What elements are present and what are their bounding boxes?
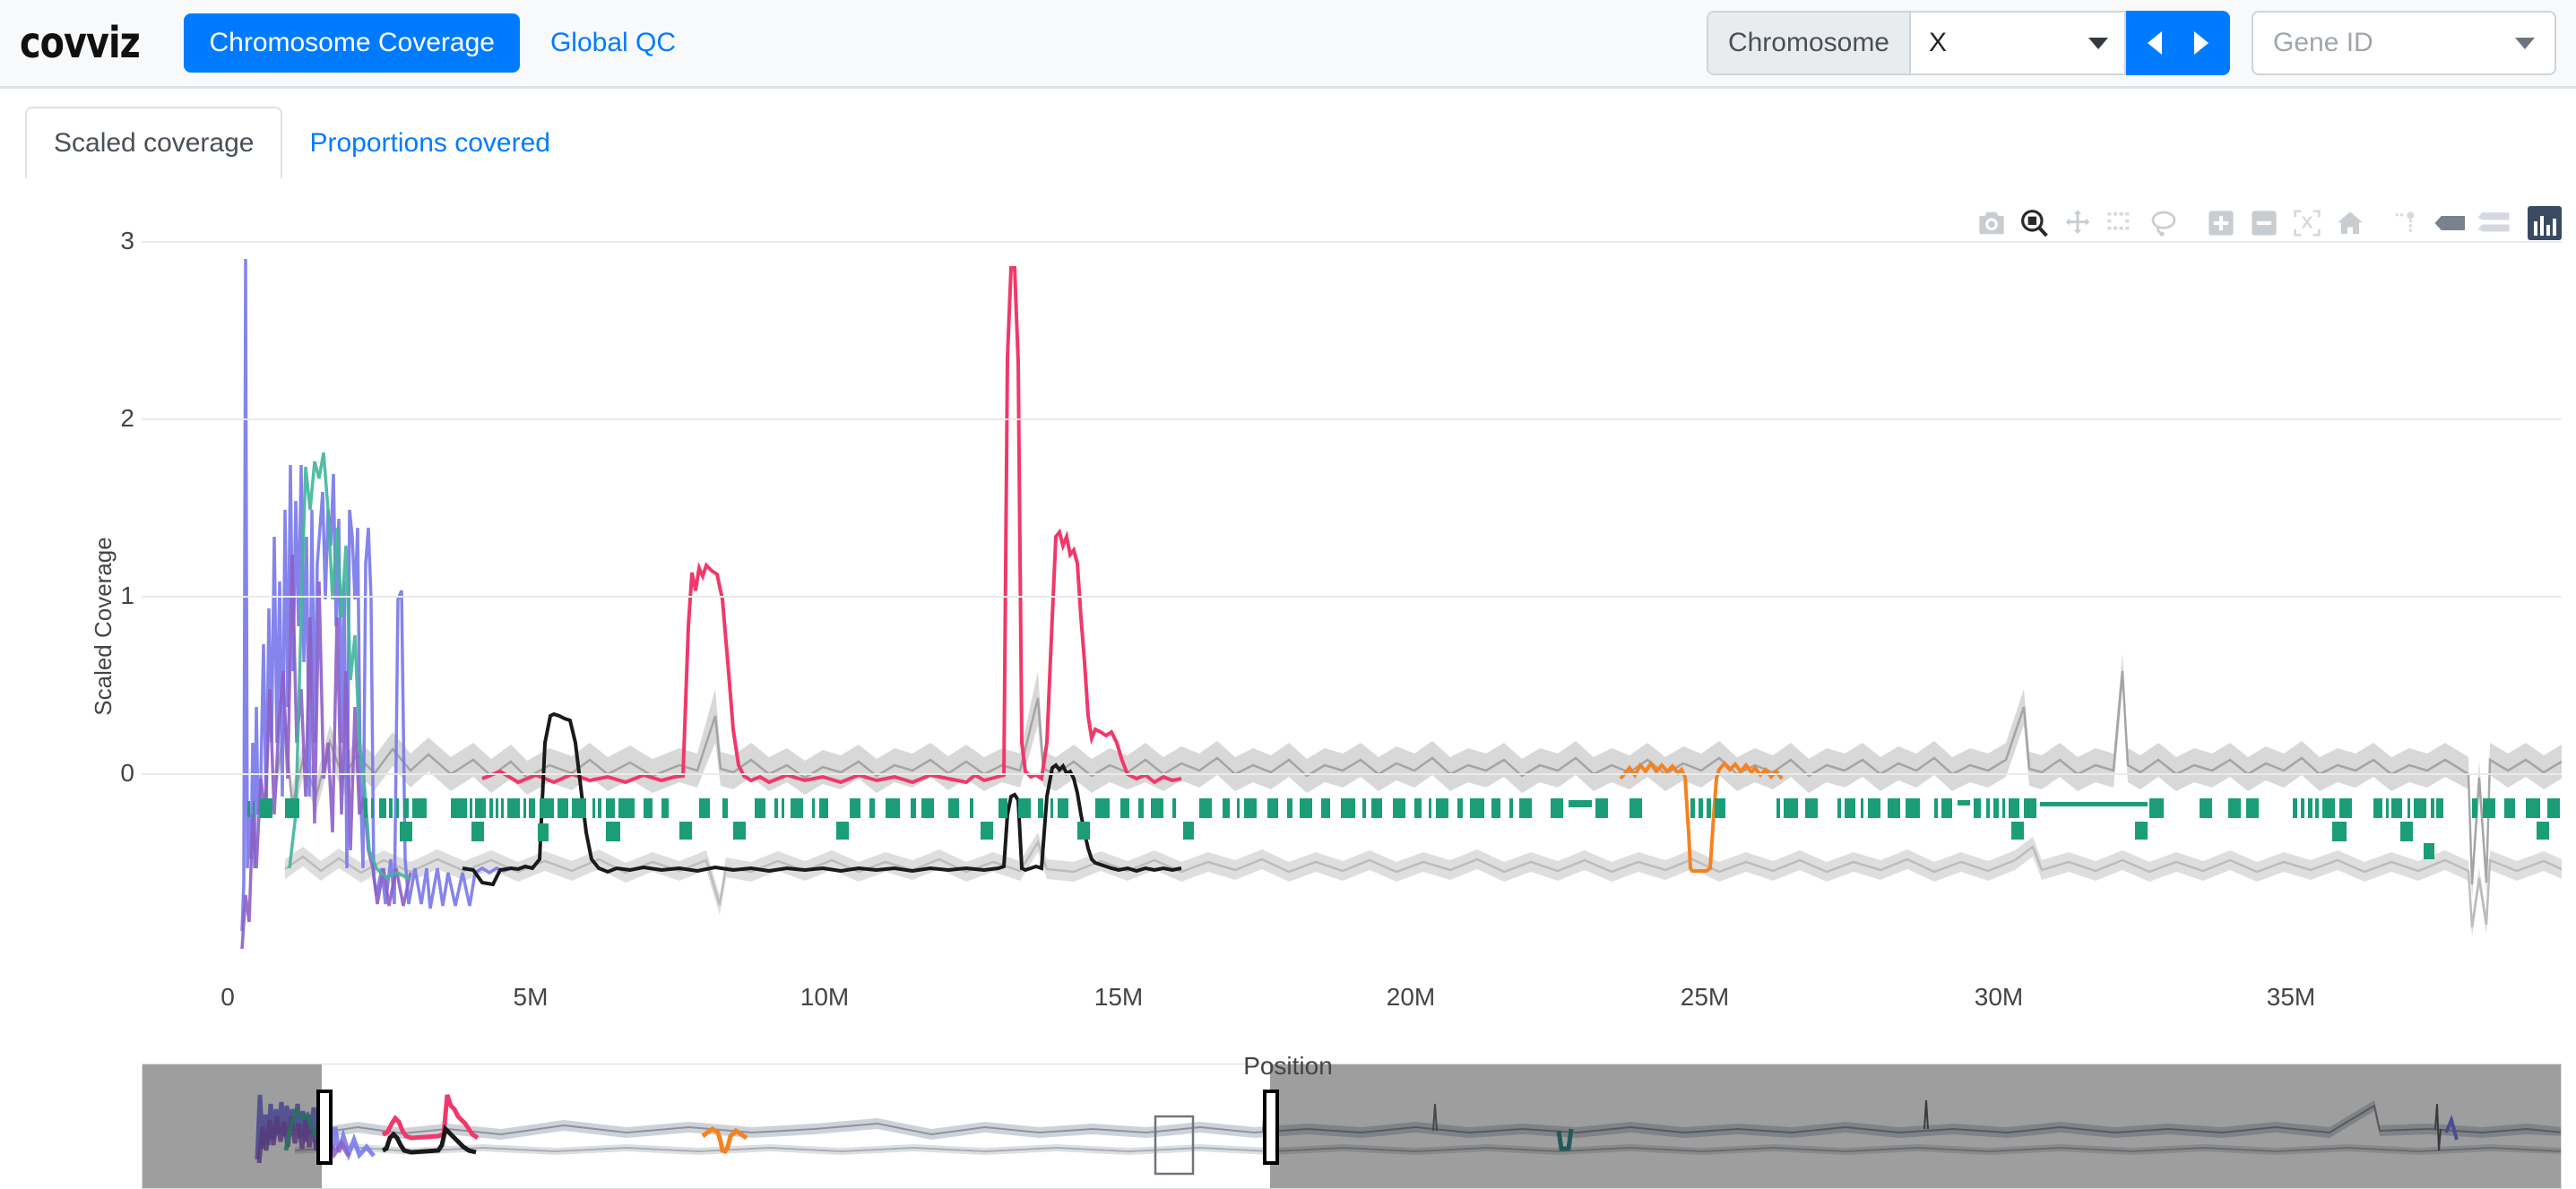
x-tick-20m: 20M <box>1387 983 1435 1012</box>
gridline-1 <box>142 596 2562 598</box>
spike-lines-icon[interactable] <box>2386 203 2429 243</box>
chromosome-select[interactable]: X <box>1909 11 2126 75</box>
hover-compare-icon[interactable] <box>2472 203 2515 243</box>
chromosome-selector-group: Chromosome X <box>1707 11 2230 75</box>
tab-bar: Scaled coverage Proportions covered <box>0 91 2576 178</box>
autoscale-icon[interactable] <box>2286 203 2329 243</box>
zoom-out-icon[interactable] <box>2243 203 2286 243</box>
x-tick-15m: 15M <box>1094 983 1143 1012</box>
nav-chromosome-coverage[interactable]: Chromosome Coverage <box>184 13 519 73</box>
y-tick-0: 0 <box>81 759 134 788</box>
x-tick-0: 0 <box>220 983 235 1012</box>
y-axis-ticks: 3 2 1 0 <box>81 178 134 1091</box>
gene-id-select[interactable]: Gene ID <box>2252 11 2556 75</box>
range-slider-mask-left <box>143 1064 322 1189</box>
x-tick-30m: 30M <box>1975 983 2023 1012</box>
gene-id-placeholder: Gene ID <box>2273 28 2373 58</box>
pan-icon[interactable] <box>2056 203 2099 243</box>
plotly-modebar <box>1970 203 2562 243</box>
navbar: covviz Chromosome Coverage Global QC Chr… <box>0 0 2576 89</box>
lasso-select-icon[interactable] <box>2142 203 2185 243</box>
plotly-logo-icon[interactable] <box>2528 206 2562 240</box>
y-tick-2: 2 <box>81 404 134 433</box>
trace-highlight-blue <box>242 259 511 931</box>
coverage-traces <box>142 241 2562 949</box>
trace-background-lower-band <box>285 832 2562 937</box>
tab-proportions-covered[interactable]: Proportions covered <box>282 108 576 178</box>
gridline-0 <box>142 773 2562 775</box>
range-slider[interactable] <box>142 1064 2562 1189</box>
triangle-right-icon <box>2194 31 2209 55</box>
range-slider-mask-right <box>1270 1064 2562 1189</box>
coverage-chart: Scaled Coverage 3 2 1 0 <box>0 178 2576 1091</box>
nav-global-qc[interactable]: Global QC <box>550 28 676 58</box>
x-tick-25m: 25M <box>1681 983 1729 1012</box>
y-tick-1: 1 <box>81 582 134 610</box>
zoom-in-icon[interactable] <box>2200 203 2243 243</box>
x-tick-5m: 5M <box>514 983 549 1012</box>
home-reset-icon[interactable] <box>2329 203 2372 243</box>
range-slider-handle-left[interactable] <box>316 1090 333 1165</box>
navbar-controls: Chromosome X Gene ID <box>1707 11 2556 75</box>
chromosome-select-value: X <box>1929 28 1947 58</box>
x-axis-title: Position <box>0 1052 2576 1081</box>
next-chromosome-button[interactable] <box>2178 11 2225 75</box>
x-tick-35m: 35M <box>2267 983 2315 1012</box>
gene-markers <box>247 798 2560 859</box>
hover-closest-icon[interactable] <box>2429 203 2472 243</box>
gridline-3 <box>142 241 2562 243</box>
box-select-icon[interactable] <box>2099 203 2142 243</box>
app-logo[interactable]: covviz <box>20 18 140 68</box>
y-tick-3: 3 <box>81 227 134 255</box>
range-slider-handle-right[interactable] <box>1263 1090 1279 1165</box>
triangle-left-icon <box>2148 31 2162 55</box>
x-tick-10m: 10M <box>800 983 849 1012</box>
trace-highlight-pink <box>482 268 1181 782</box>
tab-scaled-coverage[interactable]: Scaled coverage <box>25 107 282 180</box>
chevron-down-icon <box>2088 38 2108 49</box>
trace-group <box>242 259 2562 949</box>
zoom-icon[interactable] <box>2013 203 2056 243</box>
camera-icon[interactable] <box>1970 203 2013 243</box>
chromosome-nav-buttons <box>2126 11 2230 75</box>
gridline-2 <box>142 418 2562 420</box>
chromosome-label: Chromosome <box>1707 11 1909 75</box>
plot-area[interactable] <box>142 241 2562 949</box>
chevron-down-icon <box>2515 38 2535 49</box>
prev-chromosome-button[interactable] <box>2131 11 2178 75</box>
